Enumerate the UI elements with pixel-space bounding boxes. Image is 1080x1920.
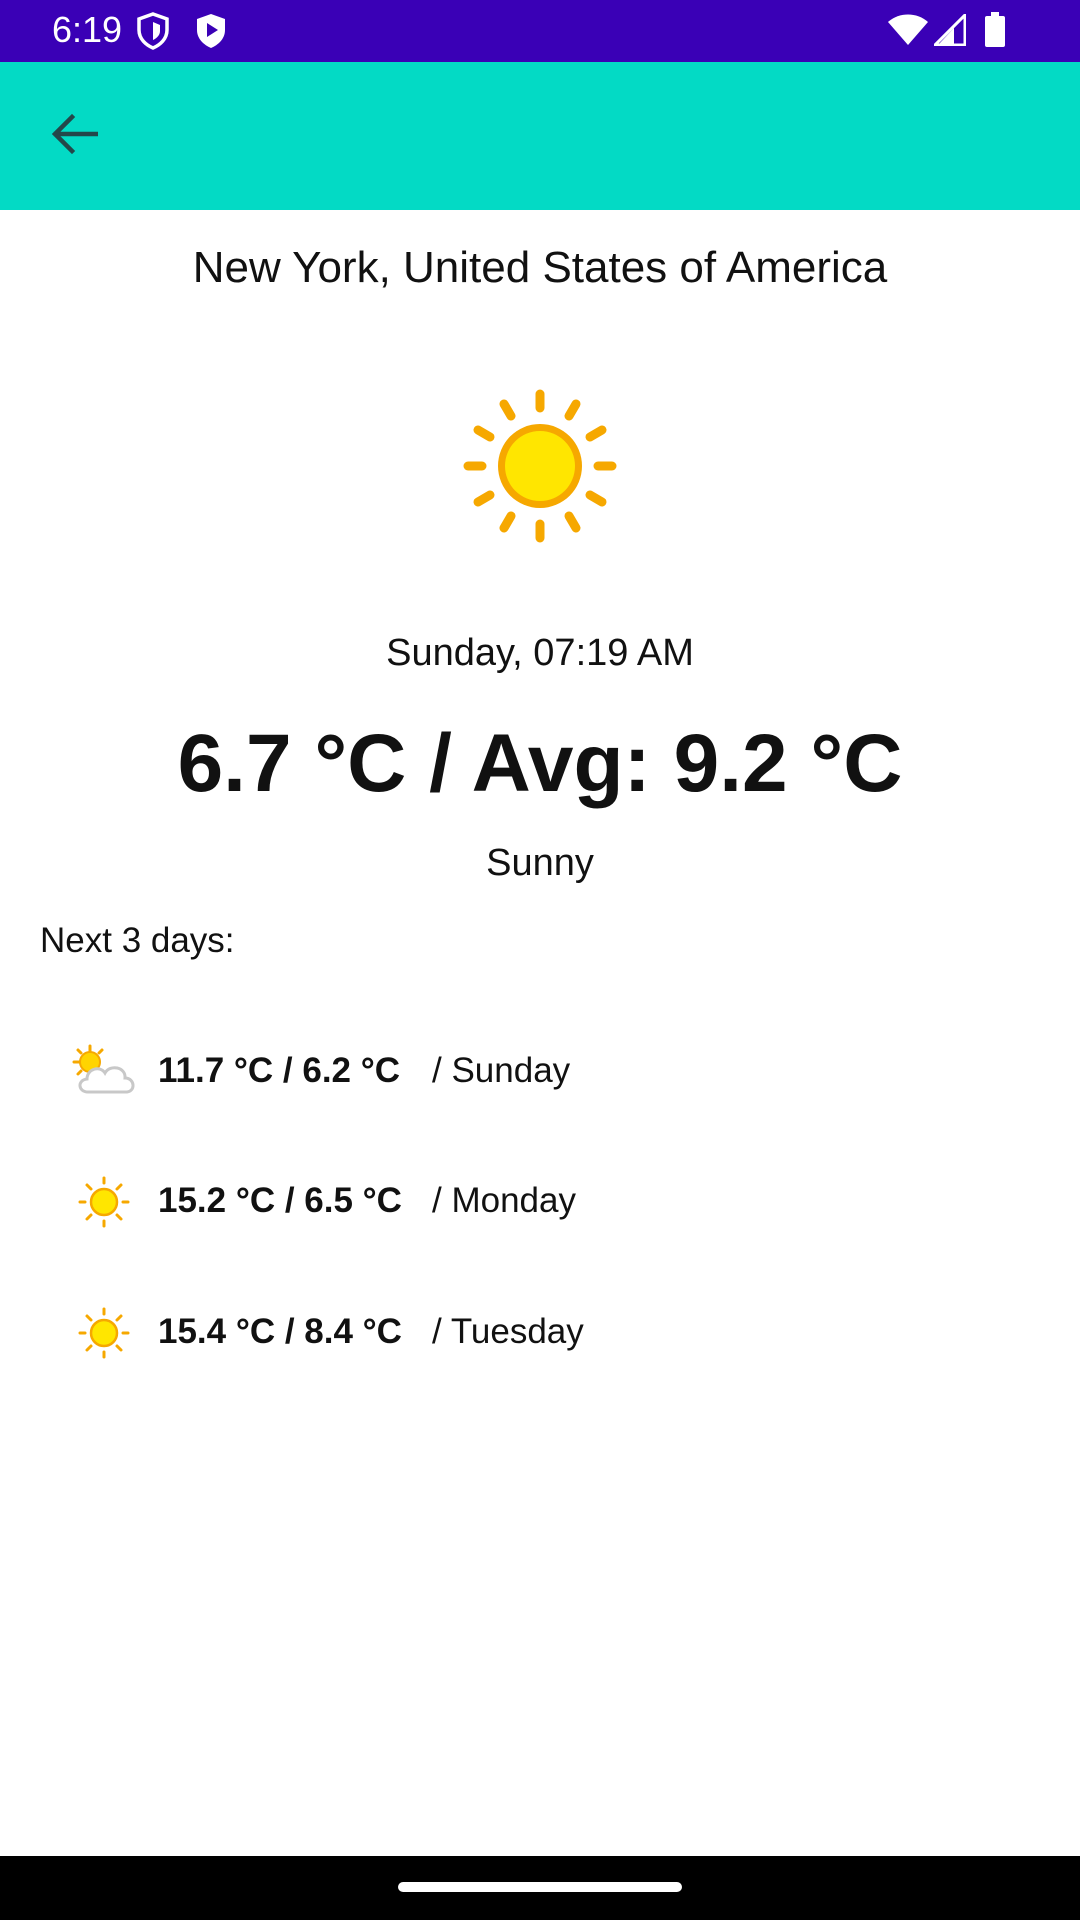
forecast-day: / Sunday bbox=[432, 1051, 571, 1090]
wifi-icon bbox=[888, 14, 928, 51]
sun-icon bbox=[68, 1172, 140, 1232]
datetime-label: Sunday, 07:19 AM bbox=[386, 632, 694, 674]
sun-icon bbox=[68, 1303, 140, 1363]
forecast-temperature: 15.2 °C / 6.5 °C bbox=[158, 1181, 402, 1220]
partly-cloudy-icon bbox=[68, 1042, 140, 1102]
forecast-day: / Tuesday bbox=[432, 1312, 584, 1351]
back-button[interactable] bbox=[30, 106, 118, 166]
forecast-temperature: 15.4 °C / 8.4 °C bbox=[158, 1312, 402, 1351]
forecast-row: 15.2 °C / 6.5 °C / Monday bbox=[0, 1166, 1080, 1238]
arrow-back-icon bbox=[50, 112, 99, 161]
cellular-icon bbox=[931, 11, 967, 51]
play-store-icon bbox=[194, 12, 228, 55]
status-bar: 6:19 bbox=[0, 0, 1080, 62]
status-time: 6:19 bbox=[52, 9, 123, 50]
current-temperature: 6.7 °C / Avg: 9.2 °C bbox=[177, 718, 903, 809]
forecast-row: 11.7 °C / 6.2 °C / Sunday bbox=[0, 1036, 1080, 1108]
forecast-temperature: 11.7 °C / 6.2 °C bbox=[158, 1051, 401, 1090]
forecast-day: / Monday bbox=[432, 1181, 576, 1220]
navigation-bar bbox=[0, 1856, 1080, 1920]
location-label: New York, United States of America bbox=[192, 243, 888, 292]
weather-condition: Sunny bbox=[486, 842, 594, 884]
battery-icon bbox=[984, 12, 1006, 53]
shield-icon bbox=[136, 12, 170, 55]
next-days-label: Next 3 days: bbox=[40, 921, 235, 960]
sun-icon bbox=[460, 386, 620, 546]
forecast-row: 15.4 °C / 8.4 °C / Tuesday bbox=[0, 1297, 1080, 1369]
app-bar bbox=[0, 62, 1080, 210]
home-indicator[interactable] bbox=[398, 1882, 682, 1892]
